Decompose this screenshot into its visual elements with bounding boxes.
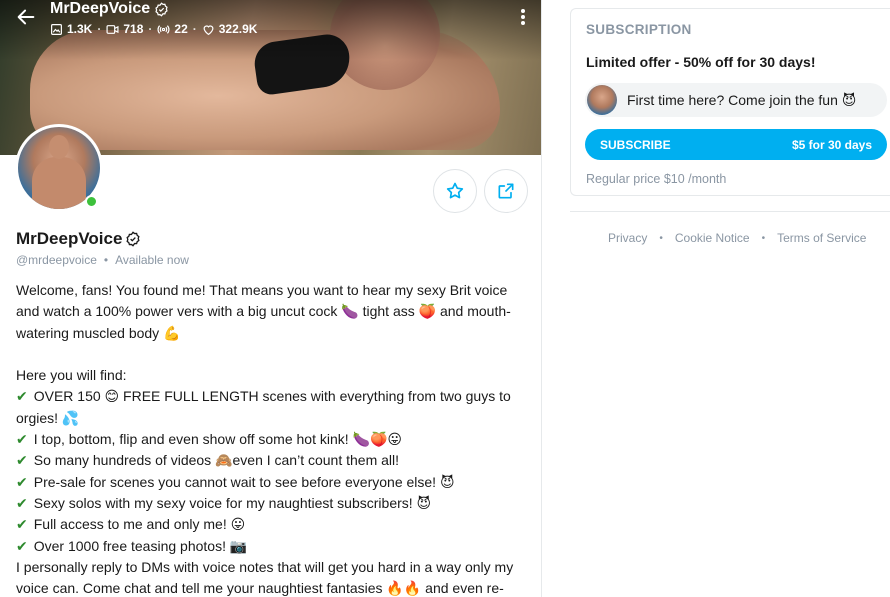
footer-links: Privacy • Cookie Notice • Terms of Servi…	[608, 231, 867, 245]
cookie-notice-link[interactable]: Cookie Notice	[675, 231, 750, 245]
online-indicator	[85, 195, 98, 208]
offer-text: Limited offer - 50% off for 30 days!	[586, 54, 816, 70]
back-arrow-icon[interactable]	[14, 6, 38, 30]
welcome-message-text: First time here? Come join the fun 😈	[627, 91, 857, 108]
bio-list-item: ✔ Sexy solos with my sexy voice for my na…	[16, 494, 432, 511]
profile-bio: Welcome, fans! You found me! That means …	[16, 280, 531, 597]
star-icon	[446, 182, 464, 199]
stat-photos[interactable]: 1.3K	[50, 22, 92, 36]
checkmark-icon: ✔	[16, 452, 28, 469]
checkmark-icon: ✔	[16, 516, 28, 533]
profile-name: MrDeepVoice	[16, 229, 141, 249]
share-button[interactable]	[484, 169, 528, 213]
checkmark-icon: ✔	[16, 473, 28, 490]
subscribe-button-price: $5 for 30 days	[791, 137, 872, 152]
subscription-card: SUBSCRIPTION Limited offer - 50% off for…	[570, 8, 890, 196]
bio-intro: Welcome, fans! You found me! That means …	[16, 282, 511, 341]
handle-row: @mrdeepvoice • Available now	[16, 253, 189, 267]
checkmark-icon: ✔	[16, 388, 28, 405]
checkmark-icon: ✔	[16, 431, 28, 448]
video-icon	[106, 24, 119, 34]
stat-likes[interactable]: 322.9K	[202, 22, 257, 36]
bio-list-item: ✔ I top, bottom, flip and even show off s…	[16, 431, 402, 448]
checkmark-icon: ✔	[16, 494, 28, 511]
subscribe-button[interactable]: SUBSCRIBE $5 for 30 days	[585, 129, 887, 160]
bio-closing: I personally reply to DMs with voice not…	[16, 558, 514, 597]
header-title-text: MrDeepVoice	[50, 0, 151, 17]
profile-column: MrDeepVoice 1.3K · 718 · 22 · 322.9K MrD…	[0, 0, 542, 597]
divider	[570, 211, 890, 212]
subscription-title: SUBSCRIPTION	[586, 22, 692, 37]
avatar	[587, 85, 617, 115]
bio-list-item: ✔ Pre-sale for scenes you cannot wait to …	[16, 473, 455, 490]
more-options-icon[interactable]	[518, 8, 528, 26]
bio-list-item: ✔ So many hundreds of videos 🙈even I can’…	[16, 452, 400, 469]
verified-icon	[155, 1, 168, 17]
stat-videos[interactable]: 718	[106, 22, 143, 36]
terms-of-service-link[interactable]: Terms of Service	[777, 231, 866, 245]
header-stats: 1.3K · 718 · 22 · 322.9K	[50, 22, 257, 36]
broadcast-icon	[157, 24, 170, 34]
bio-list-item: ✔ Over 1000 free teasing photos! 📷	[16, 537, 248, 554]
image-icon	[51, 23, 62, 35]
header-bar: MrDeepVoice 1.3K · 718 · 22 · 322.9K	[0, 0, 541, 44]
checkmark-icon: ✔	[16, 537, 28, 554]
bio-list-heading: Here you will find:	[16, 367, 127, 384]
subscribe-button-label: SUBSCRIBE	[600, 137, 671, 152]
bio-list-item: ✔ OVER 150 😊 FREE FULL LENGTH scenes with…	[16, 388, 511, 426]
bio-list-item: ✔ Full access to me and only me! 😛	[16, 516, 246, 533]
privacy-link[interactable]: Privacy	[608, 231, 647, 245]
verified-icon	[126, 231, 141, 247]
stat-streams[interactable]: 22	[157, 22, 188, 36]
heart-icon	[203, 24, 214, 35]
regular-price: Regular price $10 /month	[586, 172, 727, 186]
profile-handle: @mrdeepvoice	[16, 253, 97, 267]
availability-status: Available now	[115, 253, 189, 267]
add-to-favorites-button[interactable]	[433, 169, 477, 213]
header-title: MrDeepVoice	[50, 0, 169, 18]
share-icon	[498, 183, 514, 199]
welcome-message: First time here? Come join the fun 😈	[585, 83, 887, 117]
